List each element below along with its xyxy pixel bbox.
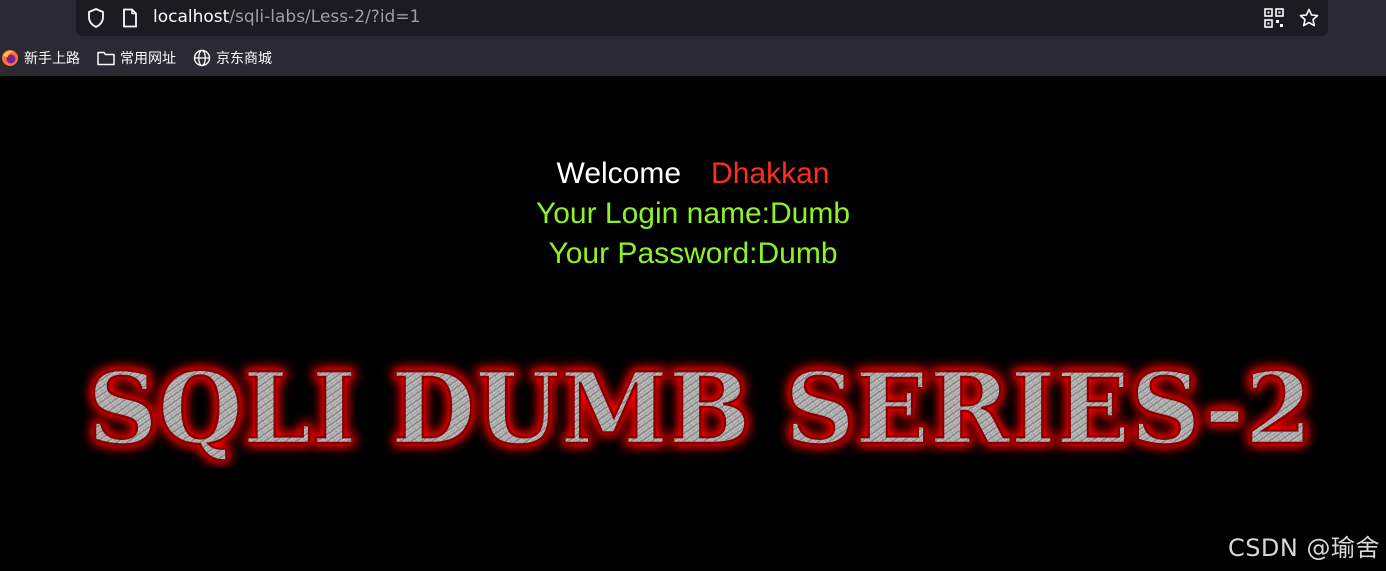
url-host: localhost (153, 7, 230, 27)
url-path: /sqli-labs/Less-2/?id=1 (229, 7, 421, 27)
bookmark-label: 新手上路 (24, 51, 80, 67)
password-line: Your Password:Dumb (548, 237, 838, 270)
login-name-line: Your Login name:Dumb (535, 197, 851, 230)
banner-text: SQLI DUMB SERIES-2 (88, 352, 1313, 467)
bookmark-star-icon[interactable] (1297, 6, 1321, 30)
bookmark-folder[interactable]: 常用网址 (96, 44, 184, 72)
username-text: Dhakkan (711, 157, 830, 190)
address-bar[interactable]: localhost/sqli-labs/Less-2/?id=1 (76, 0, 1328, 36)
globe-icon (192, 48, 212, 68)
bookmark-label: 常用网址 (120, 51, 176, 67)
url-text[interactable]: localhost/sqli-labs/Less-2/?id=1 (153, 5, 420, 29)
shield-icon[interactable] (84, 6, 108, 30)
bookmark-firefox[interactable]: 新手上路 (0, 44, 88, 72)
page-icon[interactable] (118, 6, 142, 30)
welcome-text: Welcome (556, 157, 682, 190)
login-info: Welcome Dhakkan Your Login name:Dumb Your… (0, 154, 1386, 274)
series-banner-image: SQLI DUMB SERIES-2 (86, 351, 1314, 468)
welcome-line: Welcome Dhakkan (0, 154, 1386, 194)
page-content: Welcome Dhakkan Your Login name:Dumb Your… (0, 76, 1386, 571)
folder-icon (96, 48, 116, 68)
bookmark-label: 京东商城 (216, 51, 272, 67)
firefox-icon (0, 48, 20, 68)
browser-chrome: localhost/sqli-labs/Less-2/?id=1 新手上路 常用… (0, 0, 1386, 76)
bookmarks-toolbar: 新手上路 常用网址 京东商城 (0, 44, 288, 72)
qr-code-icon[interactable] (1262, 6, 1286, 30)
csdn-watermark: CSDN @瑜舍 (1227, 534, 1380, 562)
bookmark-jd[interactable]: 京东商城 (192, 44, 280, 72)
